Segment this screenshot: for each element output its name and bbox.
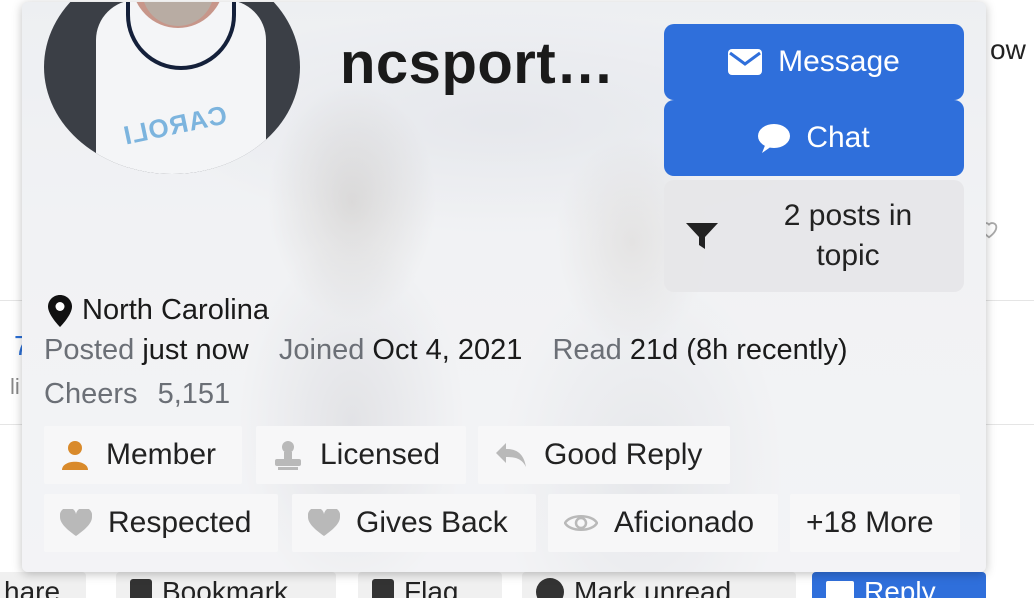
badge-respected[interactable]: Respected xyxy=(44,494,278,552)
badge-licensed[interactable]: Licensed xyxy=(256,426,466,484)
cheers-label: Cheers xyxy=(44,378,138,410)
reply-icon xyxy=(494,441,528,469)
badge-label: Good Reply xyxy=(544,438,703,471)
message-label: Message xyxy=(778,45,900,78)
eye-icon xyxy=(564,511,598,535)
badge-label: Aficionado xyxy=(614,506,755,539)
filter-posts-button[interactable]: 2 posts in topic xyxy=(664,180,964,292)
badge-label: Member xyxy=(106,438,217,471)
certificate-icon xyxy=(272,440,304,470)
more-badges-label: +18 More xyxy=(806,506,934,539)
reply-button[interactable]: Reply xyxy=(812,572,986,598)
chat-button[interactable]: Chat xyxy=(664,100,964,176)
background-text: ow xyxy=(990,34,1026,65)
badge-label: Respected xyxy=(108,506,252,539)
post-actions-bar: hare Bookmark Flag Mark unread Reply xyxy=(0,572,1034,598)
badge-member[interactable]: Member xyxy=(44,426,242,484)
badge-gives-back[interactable]: Gives Back xyxy=(292,494,536,552)
posted-label: Posted xyxy=(44,334,135,366)
user-icon xyxy=(60,440,90,470)
chat-bubble-icon xyxy=(758,123,791,153)
bookmark-label: Bookmark xyxy=(162,576,289,598)
share-button[interactable]: hare xyxy=(0,572,86,598)
user-card: CAROLI ncsport… Message Chat 2 posts in … xyxy=(22,2,986,572)
cheers-stat: Cheers 5,151 xyxy=(44,378,230,411)
chat-label: Chat xyxy=(806,121,870,154)
map-pin-icon xyxy=(48,294,72,327)
mark-unread-button[interactable]: Mark unread xyxy=(522,572,796,598)
reply-icon xyxy=(826,581,854,598)
filter-posts-label: 2 posts in topic xyxy=(783,199,913,272)
joined-value: Oct 4, 2021 xyxy=(372,334,523,366)
read-label: Read xyxy=(552,334,622,366)
flag-button[interactable]: Flag xyxy=(358,572,502,598)
flag-icon xyxy=(372,579,394,598)
flag-label: Flag xyxy=(404,576,459,598)
message-button[interactable]: Message xyxy=(664,24,964,100)
circle-icon xyxy=(536,578,564,598)
text-fragment: li xyxy=(10,374,20,399)
share-label: hare xyxy=(4,576,61,598)
location-text: North Carolina xyxy=(82,294,269,326)
reply-label: Reply xyxy=(864,576,936,598)
mark-unread-label: Mark unread xyxy=(574,576,732,598)
badge-good-reply[interactable]: Good Reply xyxy=(478,426,730,484)
envelope-icon xyxy=(728,49,763,75)
badge-label: Licensed xyxy=(320,438,441,471)
user-location: North Carolina xyxy=(48,294,269,327)
filter-funnel-icon xyxy=(686,221,718,251)
more-badges-button[interactable]: +18 More xyxy=(790,494,960,552)
heart-icon xyxy=(308,509,340,537)
heart-icon xyxy=(60,509,92,537)
cheers-value: 5,151 xyxy=(157,378,231,410)
read-value: 21d (8h recently) xyxy=(629,334,848,366)
badge-label: Gives Back xyxy=(356,506,508,539)
user-stats: Posted just now Joined Oct 4, 2021 Read … xyxy=(44,334,847,367)
bookmark-button[interactable]: Bookmark xyxy=(116,572,336,598)
posted-value: just now xyxy=(142,334,249,366)
badge-aficionado[interactable]: Aficionado xyxy=(548,494,778,552)
username[interactable]: ncsport… xyxy=(340,30,615,97)
joined-label: Joined xyxy=(278,334,365,366)
bookmark-icon xyxy=(130,579,152,598)
